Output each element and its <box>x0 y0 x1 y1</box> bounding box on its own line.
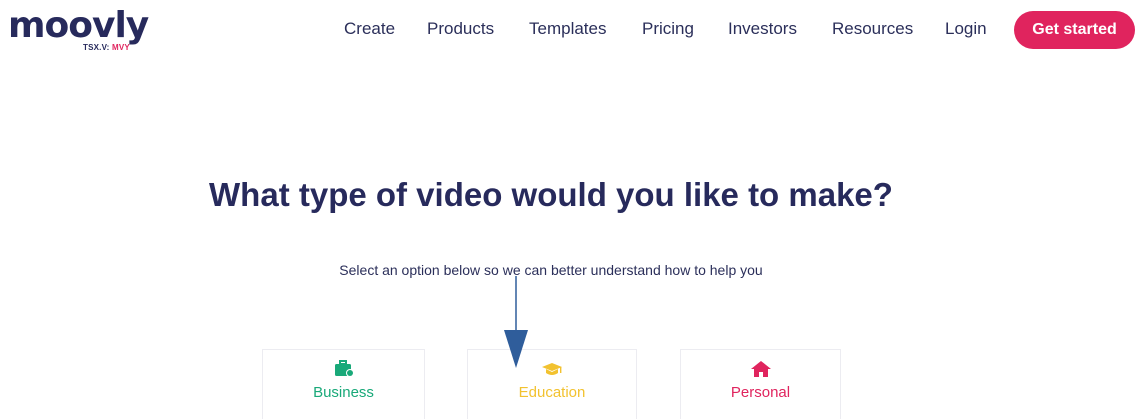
page-title: What type of video would you like to mak… <box>209 176 893 213</box>
nav-investors[interactable]: Investors <box>728 19 797 39</box>
nav-products[interactable]: Products <box>427 19 494 39</box>
option-business-card[interactable]: Business <box>262 349 425 419</box>
logo-wordmark: moovly <box>8 5 149 46</box>
site-header: moovly TSX.V: MVY Create Products Templa… <box>0 0 1135 60</box>
option-education-card[interactable]: Education <box>467 349 637 419</box>
nav-login[interactable]: Login <box>945 19 987 39</box>
nav-create[interactable]: Create <box>344 19 395 39</box>
nav-templates[interactable]: Templates <box>529 19 606 39</box>
ticker-symbol: MVY <box>111 43 130 52</box>
option-personal-label: Personal <box>730 384 791 401</box>
home-icon <box>750 361 771 377</box>
briefcase-icon <box>334 360 354 377</box>
option-education-label: Education <box>518 384 586 401</box>
moovly-logo[interactable]: moovly TSX.V: MVY <box>8 6 158 54</box>
nav-pricing[interactable]: Pricing <box>642 19 694 39</box>
nav-resources[interactable]: Resources <box>832 19 913 39</box>
option-personal-card[interactable]: Personal <box>680 349 841 419</box>
get-started-button[interactable]: Get started <box>1014 11 1135 49</box>
page-subtitle: Select an option below so we can better … <box>339 262 763 278</box>
graduation-cap-icon <box>542 363 562 375</box>
stock-ticker: TSX.V: MVY <box>83 43 130 52</box>
option-business-label: Business <box>313 384 374 401</box>
ticker-prefix: TSX.V: <box>83 43 112 52</box>
